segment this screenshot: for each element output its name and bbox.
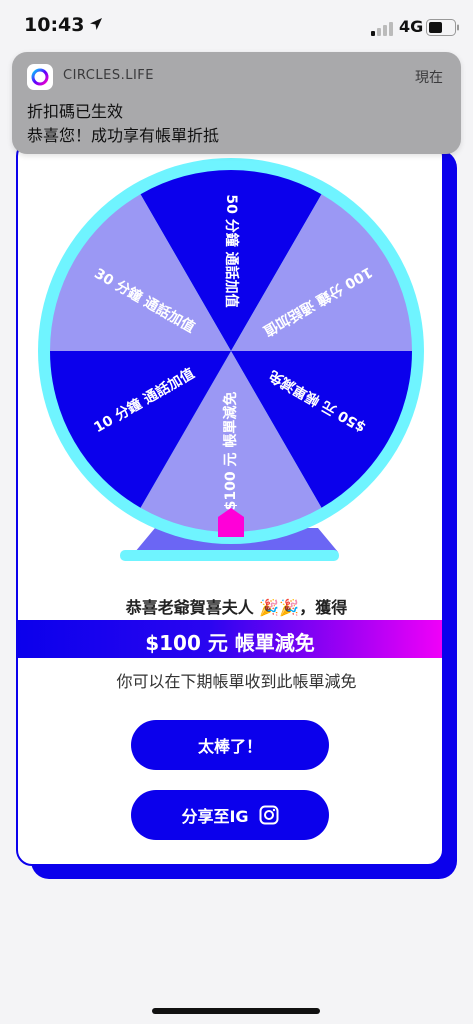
prize-subtitle: 你可以在下期帳單收到此帳單減免 xyxy=(116,672,357,691)
notification-app-name: CIRCLES.LIFE xyxy=(63,68,154,83)
wheel-stand-base xyxy=(120,550,339,561)
prize-banner: $100 元 帳單減免 xyxy=(18,620,442,658)
prize-text: $100 元 帳單減免 xyxy=(145,631,315,655)
great-button-label: 太棒了！ xyxy=(197,737,262,756)
notification-banner[interactable]: CIRCLES.LIFE 現在 折扣碼已生效 恭喜您！成功享有帳單折抵 xyxy=(12,52,461,154)
winner-message: 恭喜老爺賀喜夫人 🎉🎉，獲得 xyxy=(125,598,348,617)
wheel-segment-label: $100 元 帳單減免 xyxy=(222,392,239,511)
notification-time: 現在 xyxy=(415,70,443,86)
notification-title: 折扣碼已生效 xyxy=(27,102,124,121)
notification-body: 恭喜您！成功享有帳單折抵 xyxy=(27,126,220,145)
instagram-icon xyxy=(259,805,279,825)
wheel-segment-label: 50 分鐘 通話加值 xyxy=(223,194,240,307)
share-ig-button-label: 分享至IG xyxy=(181,807,249,826)
home-indicator[interactable] xyxy=(152,1008,320,1014)
great-button[interactable]: 太棒了！ xyxy=(131,720,329,770)
circles-life-logo-icon xyxy=(27,64,53,90)
share-ig-button[interactable]: 分享至IG xyxy=(131,790,329,840)
